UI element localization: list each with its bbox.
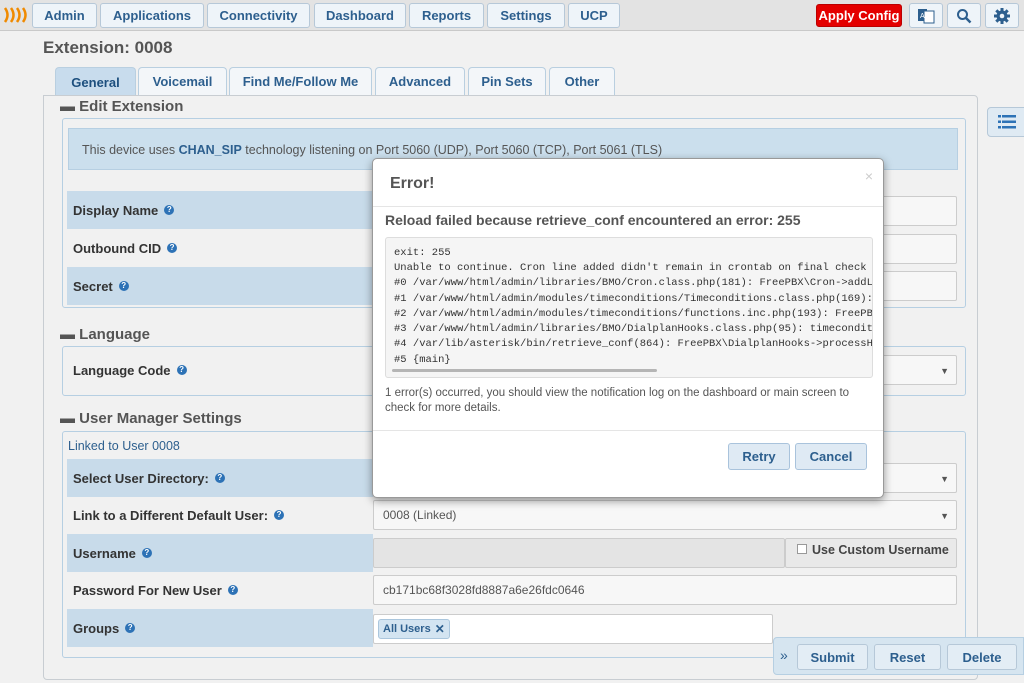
edit-extension-heading-text: Edit Extension (79, 98, 184, 115)
custom-username-label: Use Custom Username (812, 543, 949, 557)
password-input[interactable]: cb171bc68f3028fd8887a6e26fdc0646 (373, 575, 957, 605)
default-user-select[interactable]: 0008 (Linked) ▼ (373, 500, 957, 530)
log-line: Unable to continue. Cron line added didn… (394, 262, 873, 274)
secret-input[interactable] (873, 271, 957, 301)
collapse-icon: ▬ (60, 98, 75, 115)
secret-label: Secret? (67, 267, 373, 305)
display-name-label: Display Name? (67, 191, 373, 229)
tab-voicemail[interactable]: Voicemail (138, 67, 227, 95)
log-line: exit: 255 (394, 247, 451, 259)
edit-extension-heading[interactable]: ▬ Edit Extension (60, 98, 183, 115)
help-icon[interactable]: ? (164, 205, 175, 215)
log-line: #5 {main} (394, 354, 451, 366)
outbound-cid-label: Outbound CID? (67, 229, 373, 267)
username-input[interactable] (373, 538, 785, 568)
user-directory-select[interactable]: ▼ (873, 463, 957, 493)
list-icon (998, 115, 1016, 129)
horizontal-scrollbar[interactable] (392, 369, 657, 372)
user-manager-heading[interactable]: ▬ User Manager Settings (60, 410, 242, 427)
password-label: Password For New User? (67, 571, 373, 609)
info-prefix: This device uses (82, 143, 179, 157)
error-heading: Reload failed because retrieve_conf enco… (385, 212, 801, 228)
groups-label: Groups? (67, 609, 373, 647)
default-user-label: Link to a Different Default User:? (67, 496, 373, 534)
info-suffix: technology listening on Port 5060 (UDP),… (241, 143, 663, 157)
help-icon[interactable]: ? (167, 243, 178, 253)
tab-general[interactable]: General (55, 67, 136, 96)
collapse-icon: ▬ (60, 410, 75, 427)
nav-connectivity[interactable]: Connectivity (207, 3, 310, 28)
nav-admin[interactable]: Admin (32, 3, 97, 28)
settings-button[interactable] (985, 3, 1019, 28)
help-icon[interactable]: ? (118, 281, 129, 291)
log-line: #0 /var/www/html/admin/libraries/BMO/Cro… (394, 277, 873, 289)
help-icon[interactable]: ? (214, 473, 225, 483)
cancel-button[interactable]: Cancel (795, 443, 867, 470)
language-code-select[interactable]: ▼ (873, 355, 957, 385)
action-bar: » Submit Reset Delete (773, 637, 1024, 675)
language-heading[interactable]: ▬ Language (60, 326, 150, 343)
search-button[interactable] (947, 3, 981, 28)
default-user-value: 0008 (Linked) (383, 508, 457, 522)
username-label: Username? (67, 534, 373, 572)
password-value: cb171bc68f3028fd8887a6e26fdc0646 (383, 583, 585, 597)
nav-settings[interactable]: Settings (487, 3, 565, 28)
freepbx-logo-icon[interactable] (3, 6, 27, 24)
error-dialog: Error! × Reload failed because retrieve_… (372, 158, 884, 498)
outbound-cid-input[interactable] (873, 234, 957, 264)
group-badge: All Users ✕ (378, 619, 450, 639)
custom-username-toggle[interactable]: Use Custom Username (785, 538, 957, 568)
error-log[interactable]: exit: 255 Unable to continue. Cron line … (385, 237, 873, 378)
tab-find-me-follow-me[interactable]: Find Me/Follow Me (229, 67, 372, 95)
gear-icon (994, 7, 1010, 24)
user-directory-label: Select User Directory:? (67, 459, 373, 497)
chevron-down-icon: ▼ (940, 474, 949, 484)
language-button[interactable]: A (909, 3, 943, 28)
dialog-title: Error! (390, 175, 435, 192)
help-icon[interactable]: ? (141, 548, 152, 558)
info-tech: CHAN_SIP (178, 143, 242, 157)
nav-ucp[interactable]: UCP (568, 3, 620, 28)
display-name-input[interactable] (873, 196, 957, 226)
language-icon: A (918, 8, 935, 23)
divider (373, 430, 883, 431)
user-manager-heading-text: User Manager Settings (79, 410, 242, 427)
nav-dashboard[interactable]: Dashboard (314, 3, 406, 28)
collapse-icon: ▬ (60, 326, 75, 343)
delete-button[interactable]: Delete (947, 644, 1017, 670)
remove-icon[interactable]: ✕ (435, 622, 445, 636)
tab-advanced[interactable]: Advanced (375, 67, 465, 95)
top-navbar: Admin Applications Connectivity Dashboar… (0, 0, 1024, 31)
log-line: #4 /var/lib/asterisk/bin/retrieve_conf(8… (394, 338, 873, 350)
help-icon[interactable]: ? (125, 623, 136, 633)
linked-user-text: Linked to User 0008 (68, 439, 180, 453)
checkbox[interactable] (797, 544, 807, 554)
close-icon[interactable]: × (865, 168, 873, 184)
submit-button[interactable]: Submit (797, 644, 868, 670)
error-message: 1 error(s) occurred, you should view the… (385, 387, 850, 414)
svg-text:A: A (920, 13, 925, 20)
tab-other[interactable]: Other (549, 67, 615, 95)
divider (373, 206, 883, 207)
reset-button[interactable]: Reset (874, 644, 941, 670)
help-icon[interactable]: ? (227, 585, 238, 595)
chevron-down-icon: ▼ (940, 366, 949, 376)
apply-config-button[interactable]: Apply Config (816, 4, 902, 27)
chevron-down-icon: ▼ (940, 511, 949, 521)
side-nav-toggle[interactable] (987, 107, 1024, 137)
retry-button[interactable]: Retry (728, 443, 790, 470)
log-line: #1 /var/www/html/admin/modules/timecondi… (394, 293, 873, 305)
log-line: #3 /var/www/html/admin/libraries/BMO/Dia… (394, 323, 873, 335)
language-code-label: Language Code? (67, 351, 373, 389)
log-line: #2 /var/www/html/admin/modules/timecondi… (394, 308, 873, 320)
help-icon[interactable]: ? (176, 365, 187, 375)
help-icon[interactable]: ? (274, 510, 285, 520)
search-icon (957, 8, 972, 23)
language-heading-text: Language (79, 326, 151, 343)
tab-pin-sets[interactable]: Pin Sets (468, 67, 546, 95)
nav-applications[interactable]: Applications (100, 3, 204, 28)
double-chevron-icon[interactable]: » (780, 647, 788, 663)
page-title: Extension: 0008 (43, 38, 173, 57)
nav-reports[interactable]: Reports (409, 3, 484, 28)
